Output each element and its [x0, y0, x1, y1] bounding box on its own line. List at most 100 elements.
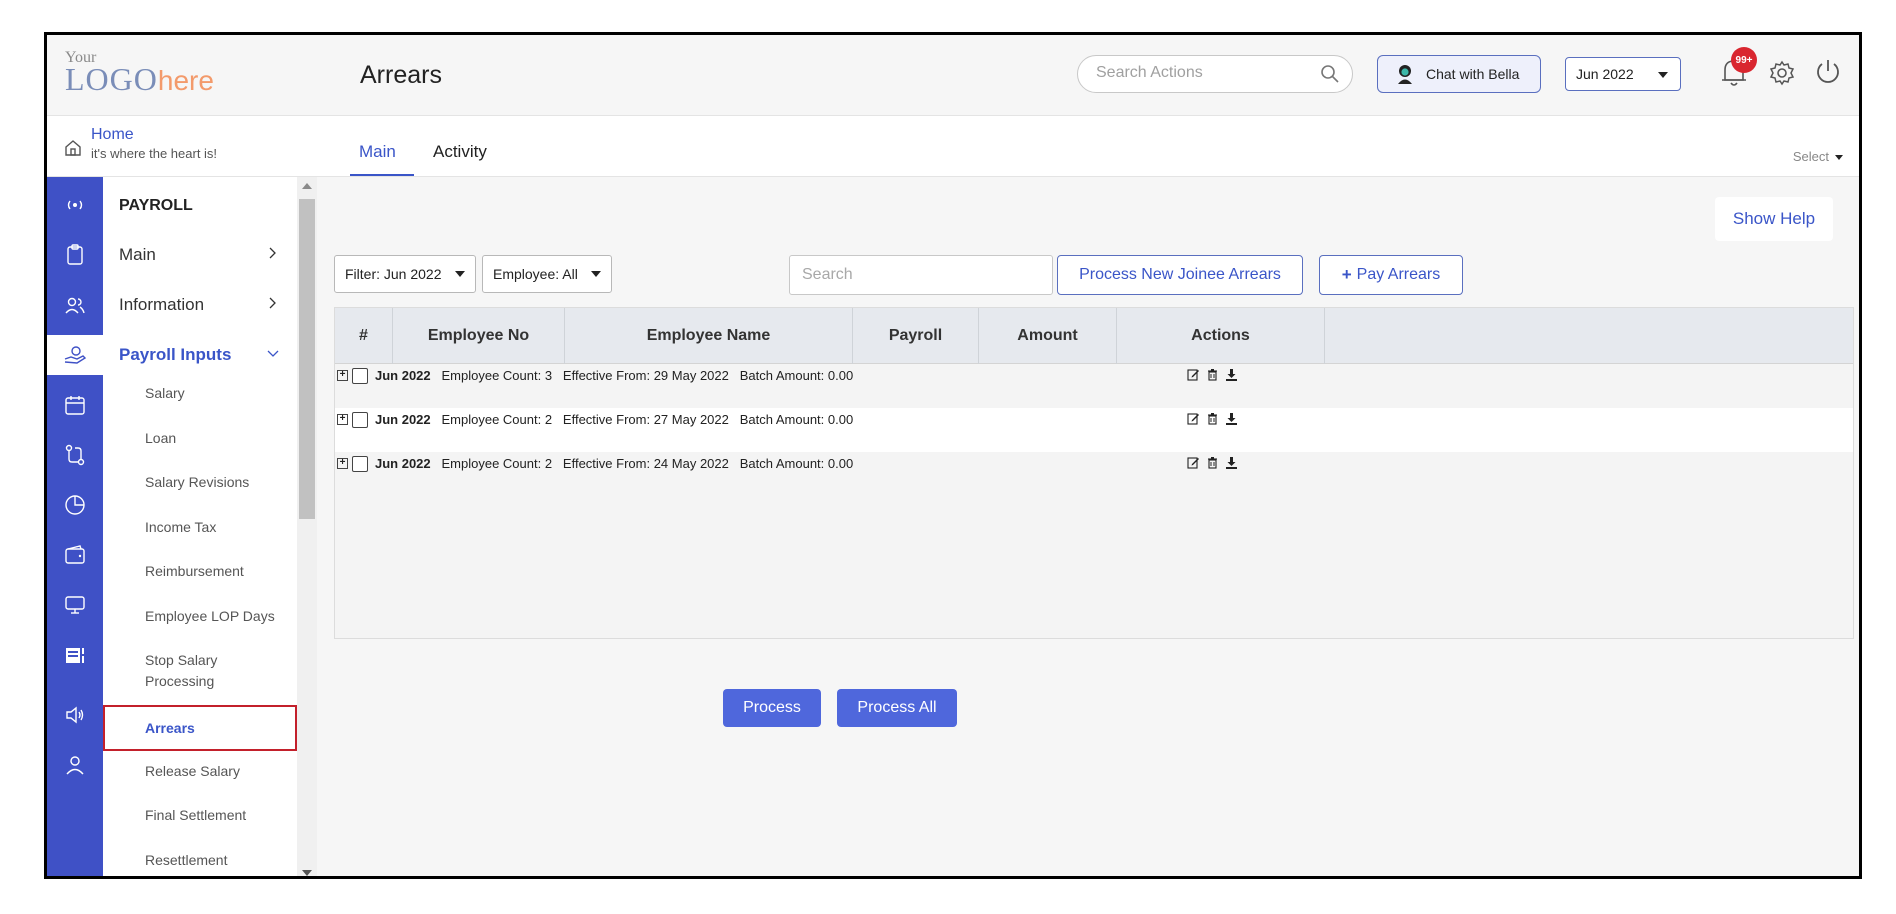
trash-icon[interactable]	[1206, 456, 1219, 469]
expand-icon[interactable]: +	[337, 458, 348, 469]
column-header-index[interactable]: #	[335, 308, 393, 364]
rail-broadcast[interactable]	[47, 185, 103, 225]
menu-item-information[interactable]: Information	[119, 295, 279, 315]
scroll-up-arrow-icon[interactable]	[302, 183, 312, 189]
edit-icon[interactable]	[1187, 368, 1200, 381]
scroll-down-arrow-icon[interactable]	[302, 870, 312, 876]
row-month: Jun 2022	[375, 412, 431, 427]
table-row[interactable]: + Jun 2022 Employee Count: 2 Effective F…	[335, 408, 1853, 452]
tab-activity[interactable]: Activity	[433, 142, 487, 162]
trash-icon[interactable]	[1206, 368, 1219, 381]
rail-calendar[interactable]	[47, 385, 103, 425]
grid-header: # Employee No Employee Name Payroll Amou…	[335, 308, 1853, 364]
rail-payroll[interactable]	[47, 335, 103, 375]
expand-icon[interactable]: +	[337, 414, 348, 425]
logo-area: Your LOGOhere	[47, 35, 323, 115]
column-header-actions[interactable]: Actions	[1117, 308, 1325, 364]
row-checkbox[interactable]	[352, 456, 368, 472]
rail-people[interactable]	[47, 285, 103, 325]
chevron-right-icon	[269, 247, 276, 259]
menu-item-label: Main	[119, 245, 156, 264]
pay-arrears-label: Pay Arrears	[1356, 266, 1441, 283]
caret-down-icon	[591, 271, 601, 277]
row-effective-from: Effective From: 24 May 2022	[562, 456, 729, 471]
month-select[interactable]: Jun 2022	[1565, 57, 1681, 91]
submenu-final-settlement[interactable]: Final Settlement	[145, 805, 285, 826]
rail-monitor[interactable]	[47, 585, 103, 625]
logo-main: LOGO	[65, 61, 158, 97]
search-actions[interactable]	[1077, 55, 1353, 93]
submenu-loan[interactable]: Loan	[145, 428, 285, 449]
column-header-amount[interactable]: Amount	[979, 308, 1117, 364]
scrollbar-thumb[interactable]	[299, 199, 315, 519]
chat-avatar-icon	[1398, 65, 1412, 84]
caret-down-icon	[455, 271, 465, 277]
table-row[interactable]: + Jun 2022 Employee Count: 2 Effective F…	[335, 452, 1853, 496]
select-dropdown[interactable]: Select	[1793, 149, 1843, 164]
submenu-reimbursement[interactable]: Reimbursement	[145, 561, 285, 582]
process-new-joinee-arrears-button[interactable]: Process New Joinee Arrears	[1057, 255, 1303, 295]
active-tab-indicator	[350, 174, 414, 176]
chevron-down-icon	[267, 350, 279, 357]
submenu-arrears[interactable]: Arrears	[103, 705, 297, 751]
download-icon[interactable]	[1225, 456, 1238, 469]
month-select-value: Jun 2022	[1576, 66, 1634, 82]
menu-item-main[interactable]: Main	[119, 245, 279, 265]
search-icon[interactable]	[1320, 64, 1340, 84]
download-icon[interactable]	[1225, 368, 1238, 381]
edit-icon[interactable]	[1187, 412, 1200, 425]
show-help-button[interactable]: Show Help	[1715, 197, 1833, 241]
submenu-employee-lop-days[interactable]: Employee LOP Days	[145, 606, 285, 627]
filter-month-label: Filter: Jun 2022	[345, 266, 442, 282]
rail-workflow[interactable]	[47, 435, 103, 475]
table-row[interactable]: + Jun 2022 Employee Count: 3 Effective F…	[335, 364, 1853, 408]
menu-scrollbar[interactable]	[297, 177, 317, 876]
download-icon[interactable]	[1225, 412, 1238, 425]
people-icon	[65, 297, 85, 314]
process-button[interactable]: Process	[723, 689, 821, 727]
filter-month-dropdown[interactable]: Filter: Jun 2022	[334, 255, 476, 293]
pay-arrears-button[interactable]: + Pay Arrears	[1319, 255, 1463, 295]
column-header-employee-no[interactable]: Employee No	[393, 308, 565, 364]
rail-announcements[interactable]	[47, 695, 103, 735]
gear-icon[interactable]	[1768, 59, 1796, 87]
grid-search[interactable]	[789, 255, 1053, 295]
submenu-release-salary[interactable]: Release Salary	[145, 761, 285, 782]
column-header-employee-name[interactable]: Employee Name	[565, 308, 853, 364]
filter-employee-dropdown[interactable]: Employee: All	[482, 255, 612, 293]
menu-section-title: PAYROLL	[119, 197, 193, 214]
grid-search-input[interactable]	[802, 266, 1042, 284]
search-actions-input[interactable]	[1096, 64, 1316, 82]
chat-with-bella-button[interactable]: Chat with Bella	[1377, 55, 1541, 93]
row-month: Jun 2022	[375, 456, 431, 471]
hand-coin-icon	[64, 346, 87, 364]
column-header-payroll[interactable]: Payroll	[853, 308, 979, 364]
rail-wallet[interactable]	[47, 535, 103, 575]
submenu-salary[interactable]: Salary	[145, 383, 285, 404]
rail-reports[interactable]	[47, 485, 103, 525]
rail-clipboard[interactable]	[47, 235, 103, 275]
power-icon[interactable]	[1813, 57, 1843, 87]
home-link[interactable]: Home it's where the heart is!	[47, 115, 323, 177]
expand-icon[interactable]: +	[337, 370, 348, 381]
submenu-salary-revisions[interactable]: Salary Revisions	[145, 472, 285, 493]
news-icon	[66, 648, 84, 663]
menu-item-payroll-inputs[interactable]: Payroll Inputs	[119, 345, 279, 365]
trash-icon[interactable]	[1206, 412, 1219, 425]
submenu-income-tax[interactable]: Income Tax	[145, 517, 285, 538]
submenu-resettlement[interactable]: Resettlement	[145, 850, 285, 871]
row-checkbox[interactable]	[352, 368, 368, 384]
rail-news[interactable]	[47, 635, 103, 675]
menu-item-label: Information	[119, 295, 205, 314]
tab-main[interactable]: Main	[359, 142, 396, 162]
logo[interactable]: Your LOGOhere	[65, 49, 214, 98]
submenu-stop-salary-processing[interactable]: Stop Salary Processing	[145, 650, 285, 692]
rail-profile[interactable]	[47, 745, 103, 785]
user-icon	[66, 756, 84, 775]
home-subtitle: it's where the heart is!	[91, 146, 218, 161]
edit-icon[interactable]	[1187, 456, 1200, 469]
row-checkbox[interactable]	[352, 412, 368, 428]
home-title: Home	[91, 126, 134, 143]
process-all-button[interactable]: Process All	[837, 689, 957, 727]
plus-icon: +	[1341, 265, 1352, 284]
